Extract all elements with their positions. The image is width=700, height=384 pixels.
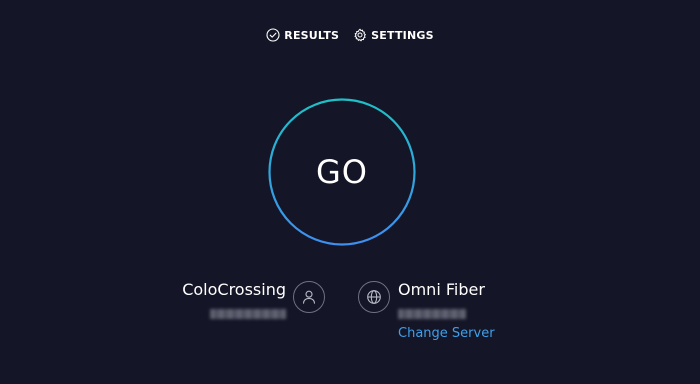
settings-nav-label: SETTINGS <box>371 28 434 42</box>
user-icon <box>293 281 325 313</box>
server-location-redacted <box>398 309 466 319</box>
settings-nav-item[interactable]: SETTINGS <box>353 28 434 42</box>
results-nav-item[interactable]: RESULTS <box>266 28 339 42</box>
results-nav-label: RESULTS <box>284 28 340 42</box>
change-server-link[interactable]: Change Server <box>398 326 495 341</box>
server-name: Omni Fiber <box>398 280 485 299</box>
isp-ip-redacted <box>210 309 286 319</box>
globe-icon <box>358 281 390 313</box>
go-label: GO <box>316 153 368 191</box>
go-button[interactable]: GO <box>268 98 416 246</box>
speedtest-page: RESULTS SETTINGS GO ColoCrossing Omni Fi… <box>0 0 700 384</box>
top-navigation: RESULTS SETTINGS <box>0 25 700 45</box>
isp-name: ColoCrossing <box>182 280 286 299</box>
gear-icon <box>353 28 367 42</box>
check-circle-icon <box>266 28 280 42</box>
